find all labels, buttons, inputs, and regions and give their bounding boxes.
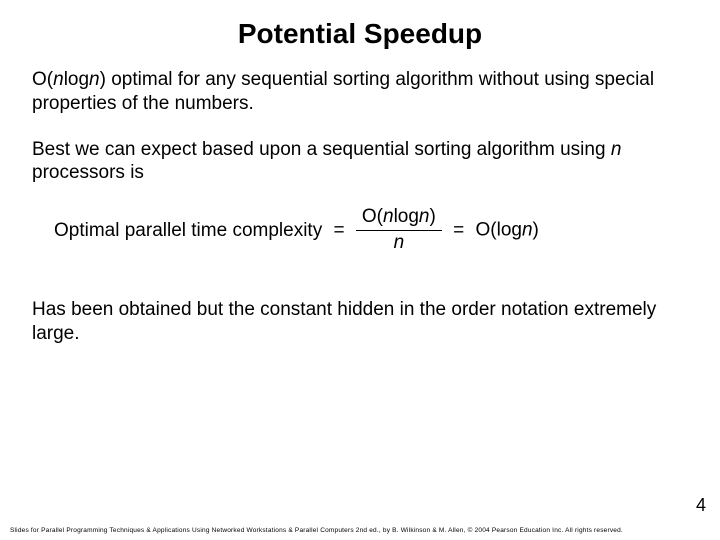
- formula-fraction: O(nlogn) n: [356, 207, 442, 254]
- formula-denominator: n: [356, 231, 442, 254]
- formula-eq-1: =: [327, 219, 350, 243]
- page-number: 4: [696, 495, 706, 516]
- paragraph-1: O(nlogn) optimal for any sequential sort…: [32, 68, 684, 116]
- formula-rhs: O(logn): [476, 219, 539, 240]
- footer-text: Slides for Parallel Programming Techniqu…: [10, 527, 623, 534]
- paragraph-3: Has been obtained but the constant hidde…: [32, 298, 684, 346]
- formula-lhs: Optimal parallel time complexity: [54, 219, 322, 243]
- formula-numerator: O(nlogn): [356, 207, 442, 231]
- paragraph-2: Best we can expect based upon a sequenti…: [32, 138, 684, 186]
- slide: Potential Speedup O(nlogn) optimal for a…: [0, 0, 720, 540]
- formula: Optimal parallel time complexity = O(nlo…: [54, 207, 684, 254]
- slide-body: O(nlogn) optimal for any sequential sort…: [0, 60, 720, 345]
- formula-eq-2: =: [447, 219, 470, 243]
- slide-title: Potential Speedup: [0, 0, 720, 60]
